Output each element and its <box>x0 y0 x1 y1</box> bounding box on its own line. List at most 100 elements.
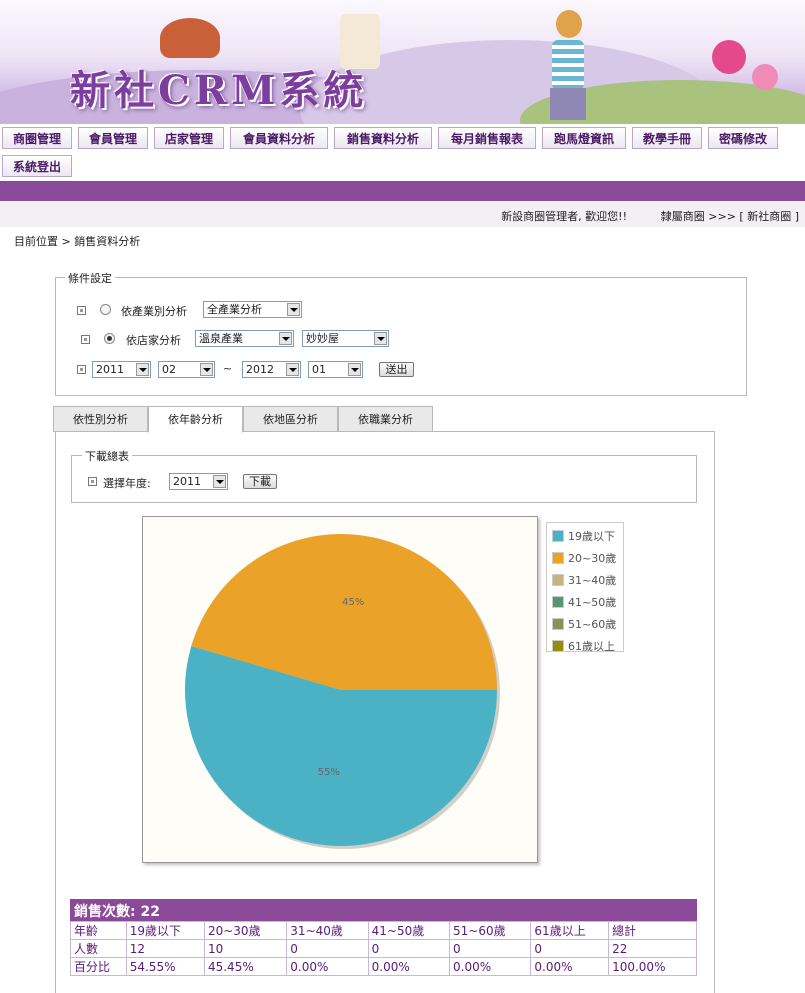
nav-item-marquee[interactable]: 跑馬燈資訊 <box>542 127 626 149</box>
table-cell: 12 <box>125 939 205 958</box>
bullet-icon <box>88 477 97 486</box>
divider-bar <box>0 181 805 201</box>
legend-swatch <box>552 574 564 586</box>
download-year-select[interactable]: 2011 <box>169 473 228 490</box>
affiliation-text: 隸屬商圈 >>> [ 新社商圈 ] <box>660 210 799 223</box>
industry-radio[interactable] <box>100 304 111 315</box>
pie-slice-label: 55% <box>318 767 340 778</box>
nav-item-stores[interactable]: 店家管理 <box>154 127 224 149</box>
legend-swatch <box>552 618 564 630</box>
table-cell: 61歲以上 <box>530 921 610 940</box>
legend-swatch <box>552 552 564 564</box>
conditions-legend: 條件設定 <box>65 270 115 286</box>
nav-item-monthly-report[interactable]: 每月銷售報表 <box>438 127 536 149</box>
store-select[interactable]: 妙妙屋 <box>302 330 389 347</box>
table-cell: 年齡 <box>70 921 127 940</box>
nav-item-manual[interactable]: 教學手冊 <box>632 127 702 149</box>
store-select-value: 妙妙屋 <box>306 332 339 345</box>
chevron-down-icon <box>136 363 149 376</box>
download-fieldset: 下載總表 選擇年度: 2011 下載 <box>71 448 697 503</box>
tab-gender[interactable]: 依性別分析 <box>53 406 148 432</box>
table-cell: 10 <box>203 939 288 958</box>
table-cell: 41~50歲 <box>367 921 451 940</box>
nav-item-sales-analysis[interactable]: 銷售資料分析 <box>334 127 432 149</box>
store-category-select[interactable]: 溫泉產業 <box>195 330 294 347</box>
table-cell: 31~40歲 <box>286 921 369 940</box>
store-radio[interactable] <box>104 333 115 344</box>
welcome-message: 新設商圈管理者, 歡迎您!! <box>501 210 627 223</box>
tab-occupation[interactable]: 依職業分析 <box>338 406 433 432</box>
chevron-down-icon <box>279 332 292 345</box>
chart-legend: 19歲以下 20~30歲 31~40歲 41~50歲 51~60歲 61歲以上 <box>546 522 624 653</box>
main-nav: 商圈管理 會員管理 店家管理 會員資料分析 銷售資料分析 每月銷售報表 跑馬燈資… <box>0 124 805 180</box>
table-cell: 22 <box>608 939 697 958</box>
table-cell: 0.00% <box>530 957 610 976</box>
download-year-value: 2011 <box>173 475 201 488</box>
tab-age[interactable]: 依年齡分析 <box>148 406 243 433</box>
table-cell: 0 <box>449 939 532 958</box>
pie-chart-frame: 55% 45% <box>142 516 538 863</box>
start-year-select[interactable]: 2011 <box>92 361 151 378</box>
chevron-down-icon <box>213 475 226 488</box>
start-month-select[interactable]: 02 <box>158 361 215 378</box>
table-row: 人數 12 10 0 0 0 0 22 <box>70 939 697 958</box>
legend-swatch <box>552 640 564 652</box>
industry-radio-label: 依產業別分析 <box>121 305 187 318</box>
legend-swatch <box>552 596 564 608</box>
header-banner: 新社CRM系統 <box>0 0 805 124</box>
submit-button[interactable]: 送出 <box>379 362 414 377</box>
bullet-icon <box>77 365 86 374</box>
table-cell: 20~30歲 <box>203 921 288 940</box>
end-year-select[interactable]: 2012 <box>242 361 301 378</box>
pie-slice-label: 45% <box>342 597 364 608</box>
industry-select[interactable]: 全產業分析 <box>203 301 302 318</box>
start-year-value: 2011 <box>96 363 124 376</box>
chevron-down-icon <box>200 363 213 376</box>
nav-item-logout[interactable]: 系統登出 <box>2 155 72 177</box>
chevron-down-icon <box>348 363 361 376</box>
nav-item-member-analysis[interactable]: 會員資料分析 <box>230 127 328 149</box>
table-cell: 100.00% <box>608 957 697 976</box>
legend-label: 61歲以上 <box>568 640 615 653</box>
flower-illustration <box>712 40 746 74</box>
table-cell: 百分比 <box>70 957 127 976</box>
legend-label: 31~40歲 <box>568 574 617 587</box>
store-category-value: 溫泉產業 <box>199 332 243 345</box>
table-cell: 0 <box>367 939 451 958</box>
welcome-bar: 新設商圈管理者, 歡迎您!! 隸屬商圈 >>> [ 新社商圈 ] <box>0 201 805 227</box>
chevron-down-icon <box>374 332 387 345</box>
table-row: 年齡 19歲以下 20~30歲 31~40歲 41~50歲 51~60歲 61歲以上 總計 <box>70 921 697 940</box>
download-button[interactable]: 下載 <box>243 474 277 489</box>
table-cell: 總計 <box>608 921 697 940</box>
flower-illustration <box>752 64 778 90</box>
app-title: 新社CRM系統 <box>70 67 368 114</box>
pie-chart: 55% 45% <box>185 534 500 849</box>
year-label: 選擇年度: <box>103 477 151 490</box>
table-cell: 0 <box>530 939 610 958</box>
nav-item-members[interactable]: 會員管理 <box>78 127 148 149</box>
table-cell: 45.45% <box>203 957 288 976</box>
conditions-fieldset: 條件設定 依產業別分析 全產業分析 依店家分析 溫泉產業 妙妙屋 2011 02… <box>55 270 747 396</box>
industry-select-value: 全產業分析 <box>207 303 262 316</box>
range-tilde: ~ <box>223 362 233 375</box>
table-row: 百分比 54.55% 45.45% 0.00% 0.00% 0.00% 0.00% 100.0… <box>70 957 697 976</box>
end-month-select[interactable]: 01 <box>308 361 363 378</box>
legend-label: 41~50歲 <box>568 596 617 609</box>
legend-label: 19歲以下 <box>568 530 615 543</box>
tab-region[interactable]: 依地區分析 <box>243 406 338 432</box>
table-cell: 人數 <box>70 939 127 958</box>
bullet-icon <box>81 335 90 344</box>
table-cell: 0.00% <box>367 957 451 976</box>
table-cell: 19歲以下 <box>125 921 205 940</box>
table-cell: 51~60歲 <box>449 921 532 940</box>
end-month-value: 01 <box>312 363 326 376</box>
download-legend: 下載總表 <box>82 448 132 464</box>
nav-item-district[interactable]: 商圈管理 <box>2 127 72 149</box>
chevron-down-icon <box>287 303 300 316</box>
sales-count-caption: 銷售次數: 22 <box>70 899 697 921</box>
mushroom-house-illustration <box>160 18 220 58</box>
table-cell: 0 <box>286 939 369 958</box>
girl-illustration <box>548 10 588 120</box>
nav-item-password[interactable]: 密碼修改 <box>708 127 778 149</box>
table-cell: 54.55% <box>125 957 205 976</box>
